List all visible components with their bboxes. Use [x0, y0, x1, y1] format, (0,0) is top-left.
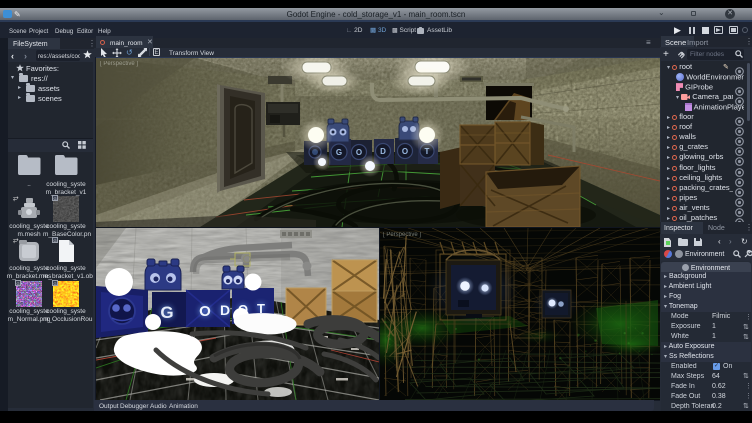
svg-text:O: O — [356, 148, 362, 157]
svg-text:[ Perspective ]: [ Perspective ] — [383, 232, 421, 238]
svg-text:D: D — [380, 147, 386, 156]
svg-text:O: O — [402, 147, 408, 156]
svg-text:G: G — [336, 148, 342, 157]
svg-text:D: D — [220, 302, 230, 318]
svg-text:O: O — [199, 303, 211, 320]
svg-text:G: G — [160, 303, 173, 322]
svg-text:[ Perspective ]: [ Perspective ] — [100, 61, 138, 67]
